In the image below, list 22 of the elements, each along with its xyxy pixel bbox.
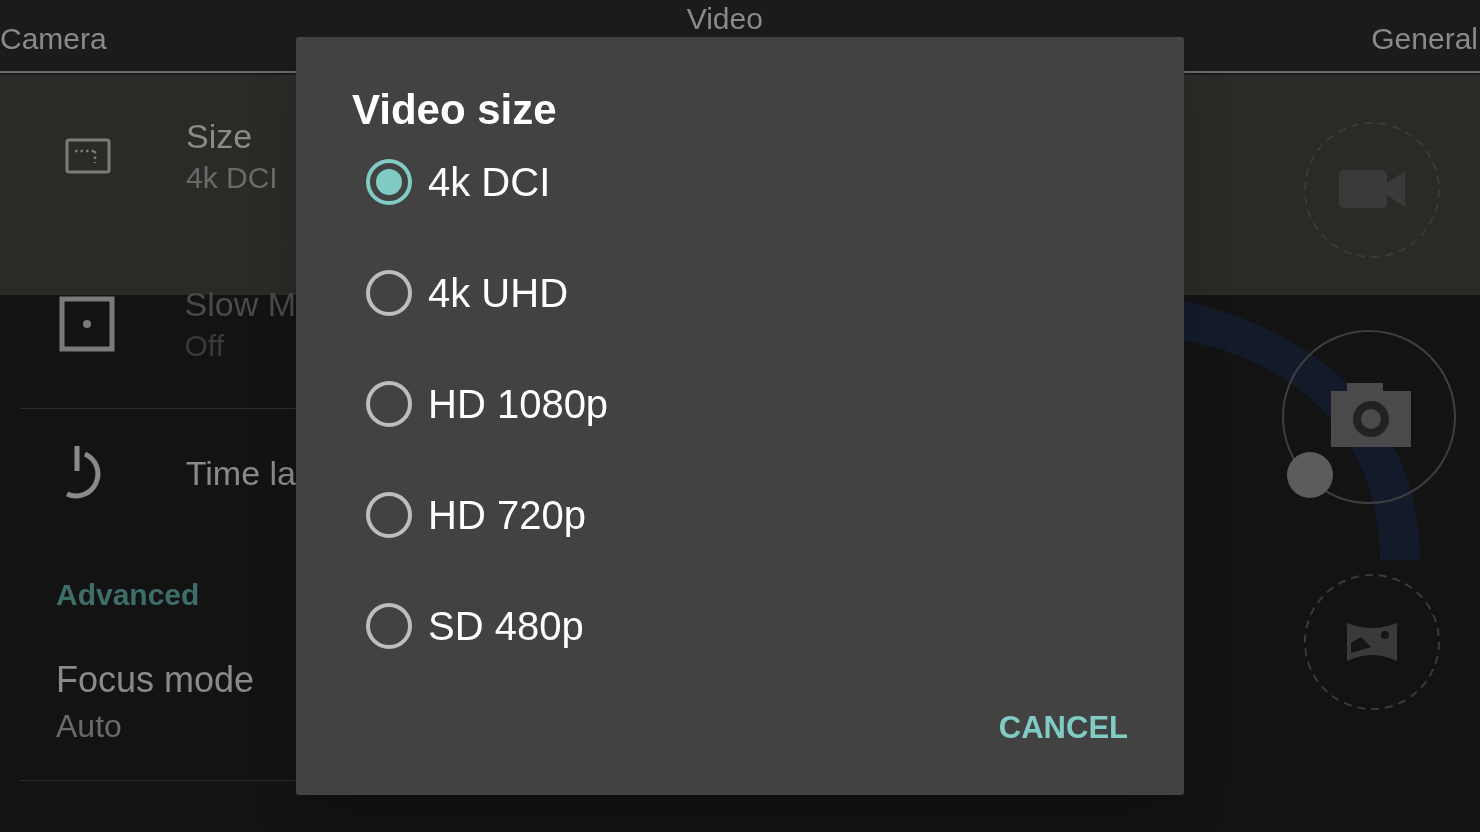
- setting-title: Size: [186, 119, 254, 153]
- radio-button[interactable]: [366, 269, 412, 316]
- settings-tab[interactable]: Camera: [0, 24, 107, 54]
- setting-value: 4k DCI: [186, 163, 278, 193]
- option-label[interactable]: HD 1080p: [428, 383, 609, 424]
- option-label[interactable]: 4k UHD: [428, 272, 569, 313]
- radio-button[interactable]: [366, 491, 412, 538]
- option-label[interactable]: SD 480p: [428, 605, 584, 646]
- frame-icon: [65, 138, 111, 174]
- section-header: Advanced: [56, 580, 201, 610]
- cancel-button[interactable]: CANCEL: [998, 712, 1128, 743]
- dialog-title: Video size: [352, 89, 558, 131]
- radio-button[interactable]: [366, 602, 412, 649]
- option-label[interactable]: HD 720p: [428, 494, 586, 535]
- setting-title: Time la: [185, 456, 296, 490]
- settings-tab[interactable]: Video: [686, 4, 763, 34]
- setting-value: Auto: [56, 710, 123, 742]
- setting-title: Focus mode: [56, 662, 256, 698]
- option-label[interactable]: 4k DCI: [428, 161, 551, 202]
- settings-tab[interactable]: General: [1371, 24, 1478, 54]
- radio-button[interactable]: [366, 158, 412, 205]
- radio-button[interactable]: [366, 380, 412, 427]
